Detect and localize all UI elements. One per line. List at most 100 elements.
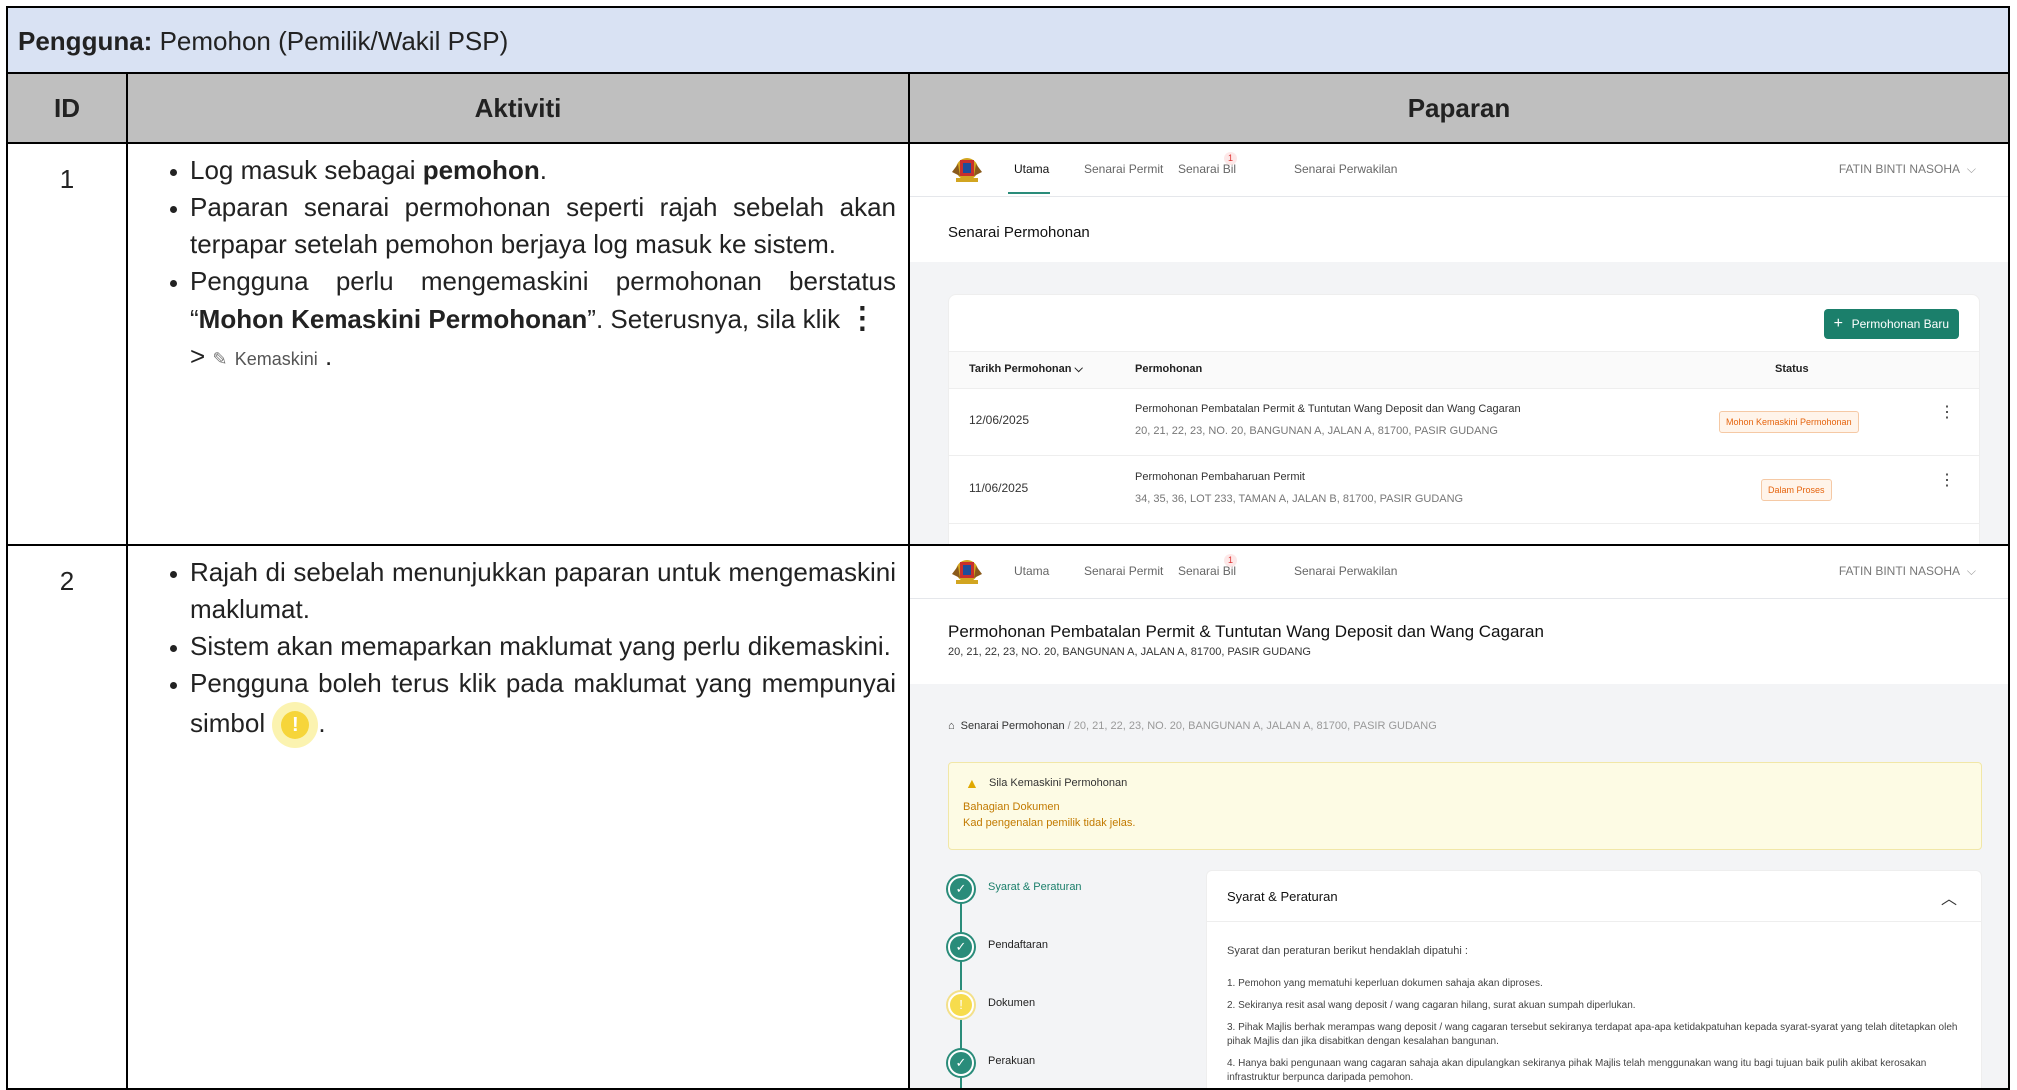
home-icon[interactable]: ⌂ xyxy=(948,720,955,732)
applications-card: + Permohonan Baru Tarikh Permohonan ⌵ Per… xyxy=(948,294,1980,544)
active-tab-underline xyxy=(1008,192,1050,194)
step-syarat[interactable]: ✓ Syarat & Peraturan xyxy=(948,876,1148,902)
table-row[interactable]: 12/06/2025 Permohonan Pembatalan Permit … xyxy=(949,387,1979,456)
text: . xyxy=(325,341,333,371)
app-nav: Utama Senarai Permit Senarai Bil 1 Senar… xyxy=(910,144,2008,197)
page-subtitle: 20, 21, 22, 23, NO. 20, BANGUNAN A, JALA… xyxy=(948,646,1311,658)
crest-logo xyxy=(952,158,982,182)
page-title: Permohonan Pembatalan Permit & Tuntutan … xyxy=(948,622,1544,641)
row-address: 20, 21, 22, 23, NO. 20, BANGUNAN A, JALA… xyxy=(1135,425,1498,437)
text: . xyxy=(539,155,547,185)
header-id: ID xyxy=(8,74,128,142)
text: . xyxy=(318,707,326,738)
alert-message: Kad pengenalan pemilik tidak jelas. xyxy=(963,817,1136,829)
app-nav: Utama Senarai Permit Senarai Bil 1 Senar… xyxy=(910,546,2008,599)
check-icon: ✓ xyxy=(948,934,974,960)
header-aktiviti: Aktiviti xyxy=(128,74,910,142)
list-item: Pengguna perlu mengemaskini permohonan b… xyxy=(190,263,896,378)
activity-cell: Rajah di sebelah menunjukkan paparan unt… xyxy=(128,546,910,1088)
nav-senarai-permit[interactable]: Senarai Permit xyxy=(1084,564,1163,578)
user-value: Pemohon (Pemilik/Wakil PSP) xyxy=(152,26,509,56)
list-item: Log masuk sebagai pemohon. xyxy=(190,152,896,189)
chevron-down-icon[interactable]: ⌵ xyxy=(1967,162,1976,177)
document-table: Pengguna: Pemohon (Pemilik/Wakil PSP) ID… xyxy=(6,6,2010,1090)
user-menu[interactable]: FATIN BINTI NASOHA xyxy=(1839,162,1960,176)
breadcrumb-root[interactable]: Senarai Permohonan xyxy=(961,720,1065,732)
row-title: Permohonan Pembaharuan Permit xyxy=(1135,471,1305,483)
edit-label: Kemaskini xyxy=(234,349,318,369)
page-title: Senarai Permohonan xyxy=(948,224,1090,241)
bil-badge: 1 xyxy=(1224,152,1237,165)
status-badge: Dalam Proses xyxy=(1761,479,1832,501)
warning-icon: ▲ xyxy=(965,775,979,791)
stepper: ✓ Syarat & Peraturan ✓ Pendaftaran ! Dokume… xyxy=(948,876,1148,1088)
table-row: 1 Log masuk sebagai pemohon. Paparan sen… xyxy=(8,144,2008,546)
breadcrumb-current: 20, 21, 22, 23, NO. 20, BANGUNAN A, JALA… xyxy=(1073,720,1437,732)
bold-text: Mohon Kemaskini Permohonan xyxy=(198,304,588,334)
rule-item: 2. Sekiranya resit asal wang deposit / w… xyxy=(1227,1000,1636,1011)
nav-utama[interactable]: Utama xyxy=(1014,162,1049,176)
breadcrumb: ⌂ Senarai Permohonan / 20, 21, 22, 23, NO… xyxy=(948,720,1437,732)
col-status: Status xyxy=(1775,363,1809,375)
activity-cell: Log masuk sebagai pemohon. Paparan senar… xyxy=(128,144,910,544)
nav-senarai-perwakilan[interactable]: Senarai Perwakilan xyxy=(1294,564,1397,578)
user-menu[interactable]: FATIN BINTI NASOHA xyxy=(1839,564,1960,578)
step-label: Perakuan xyxy=(988,1055,1036,1067)
list-item: Paparan senarai permohonan seperti rajah… xyxy=(190,189,896,263)
alert-section: Bahagian Dokumen xyxy=(963,801,1060,813)
row-id: 2 xyxy=(8,546,128,1088)
row-date: 12/06/2025 xyxy=(969,413,1030,427)
row-title: Permohonan Pembatalan Permit & Tuntutan … xyxy=(1135,403,1521,415)
status-badge: Mohon Kemaskini Permohonan xyxy=(1719,411,1859,433)
list-item: Pengguna boleh terus klik pada maklumat … xyxy=(190,665,896,748)
table-header: ID Aktiviti Paparan xyxy=(8,74,2008,144)
plus-icon: + xyxy=(1833,315,1843,332)
text: ”. Seterusnya, sila klik xyxy=(587,304,848,334)
breadcrumb-separator: / xyxy=(1064,720,1074,732)
step-pendaftaran[interactable]: ✓ Pendaftaran xyxy=(948,934,1148,960)
row-id: 1 xyxy=(8,144,128,544)
section-title: Syarat & Peraturan xyxy=(1227,889,1338,904)
check-icon: ✓ xyxy=(948,876,974,902)
alert-title: Sila Kemaskini Permohonan xyxy=(989,777,1128,789)
header-paparan: Paparan xyxy=(1407,93,1511,123)
row-date: 11/06/2025 xyxy=(969,481,1029,495)
section-card: Syarat & Peraturan ︿ Syarat dan peratura… xyxy=(1206,870,1982,1088)
col-application: Permohonan xyxy=(1135,363,1203,375)
step-perakuan[interactable]: ✓ Perakuan xyxy=(948,1050,1148,1076)
kebab-menu-icon[interactable]: ⋮ xyxy=(1939,405,1955,421)
user-bar: Pengguna: Pemohon (Pemilik/Wakil PSP) xyxy=(8,8,2008,74)
step-label: Dokumen xyxy=(988,997,1036,1009)
bil-badge: 1 xyxy=(1224,554,1237,567)
table-row[interactable]: 11/06/2025 Permohonan Pembaharuan Permit… xyxy=(949,455,1979,524)
row-address: 34, 35, 36, LOT 233, TAMAN A, JALAN B, 8… xyxy=(1135,493,1464,505)
table-head: Tarikh Permohonan ⌵ Permohonan Status xyxy=(949,351,1979,389)
activity-list: Rajah di sebelah menunjukkan paparan unt… xyxy=(142,554,896,748)
update-alert: ▲ Sila Kemaskini Permohonan Bahagian Dok… xyxy=(948,762,1982,850)
nav-utama[interactable]: Utama xyxy=(1014,564,1049,578)
user-label: Pengguna: xyxy=(18,26,153,56)
rule-item: 1. Pemohon yang mematuhi keperluan dokum… xyxy=(1227,978,1543,989)
section-intro: Syarat dan peraturan berikut hendaklah d… xyxy=(1227,945,1468,957)
nav-senarai-perwakilan[interactable]: Senarai Perwakilan xyxy=(1294,162,1397,176)
activity-list: Log masuk sebagai pemohon. Paparan senar… xyxy=(142,152,896,378)
step-label: Syarat & Peraturan xyxy=(988,881,1082,893)
kebab-menu-icon[interactable]: ⋮ xyxy=(1939,473,1955,489)
chevron-up-icon[interactable]: ︿ xyxy=(1941,885,1957,909)
nav-senarai-permit[interactable]: Senarai Permit xyxy=(1084,162,1163,176)
text: Log masuk sebagai xyxy=(190,155,423,185)
new-application-button[interactable]: + Permohonan Baru xyxy=(1823,309,1959,339)
screenshot-senarai-permohonan: Utama Senarai Permit Senarai Bil 1 Senar… xyxy=(910,144,2008,544)
chevron-down-icon[interactable]: ⌵ xyxy=(1967,564,1976,579)
warning-circle-icon xyxy=(272,702,319,748)
bold-text: pemohon xyxy=(422,155,540,185)
check-icon: ✓ xyxy=(948,1050,974,1076)
step-dokumen[interactable]: ! Dokumen xyxy=(948,992,1148,1018)
step-label: Pendaftaran xyxy=(988,939,1048,951)
warning-circle-icon: ! xyxy=(948,992,974,1018)
col-date-sort[interactable]: Tarikh Permohonan ⌵ xyxy=(969,363,1083,376)
rule-item: 3. Pihak Majlis berhak merampas wang dep… xyxy=(1227,1022,1958,1047)
section-header[interactable]: Syarat & Peraturan ︿ xyxy=(1207,871,1981,922)
edit-icon: ✎ xyxy=(212,349,228,369)
table-row: 2 Rajah di sebelah menunjukkan paparan u… xyxy=(8,546,2008,1088)
